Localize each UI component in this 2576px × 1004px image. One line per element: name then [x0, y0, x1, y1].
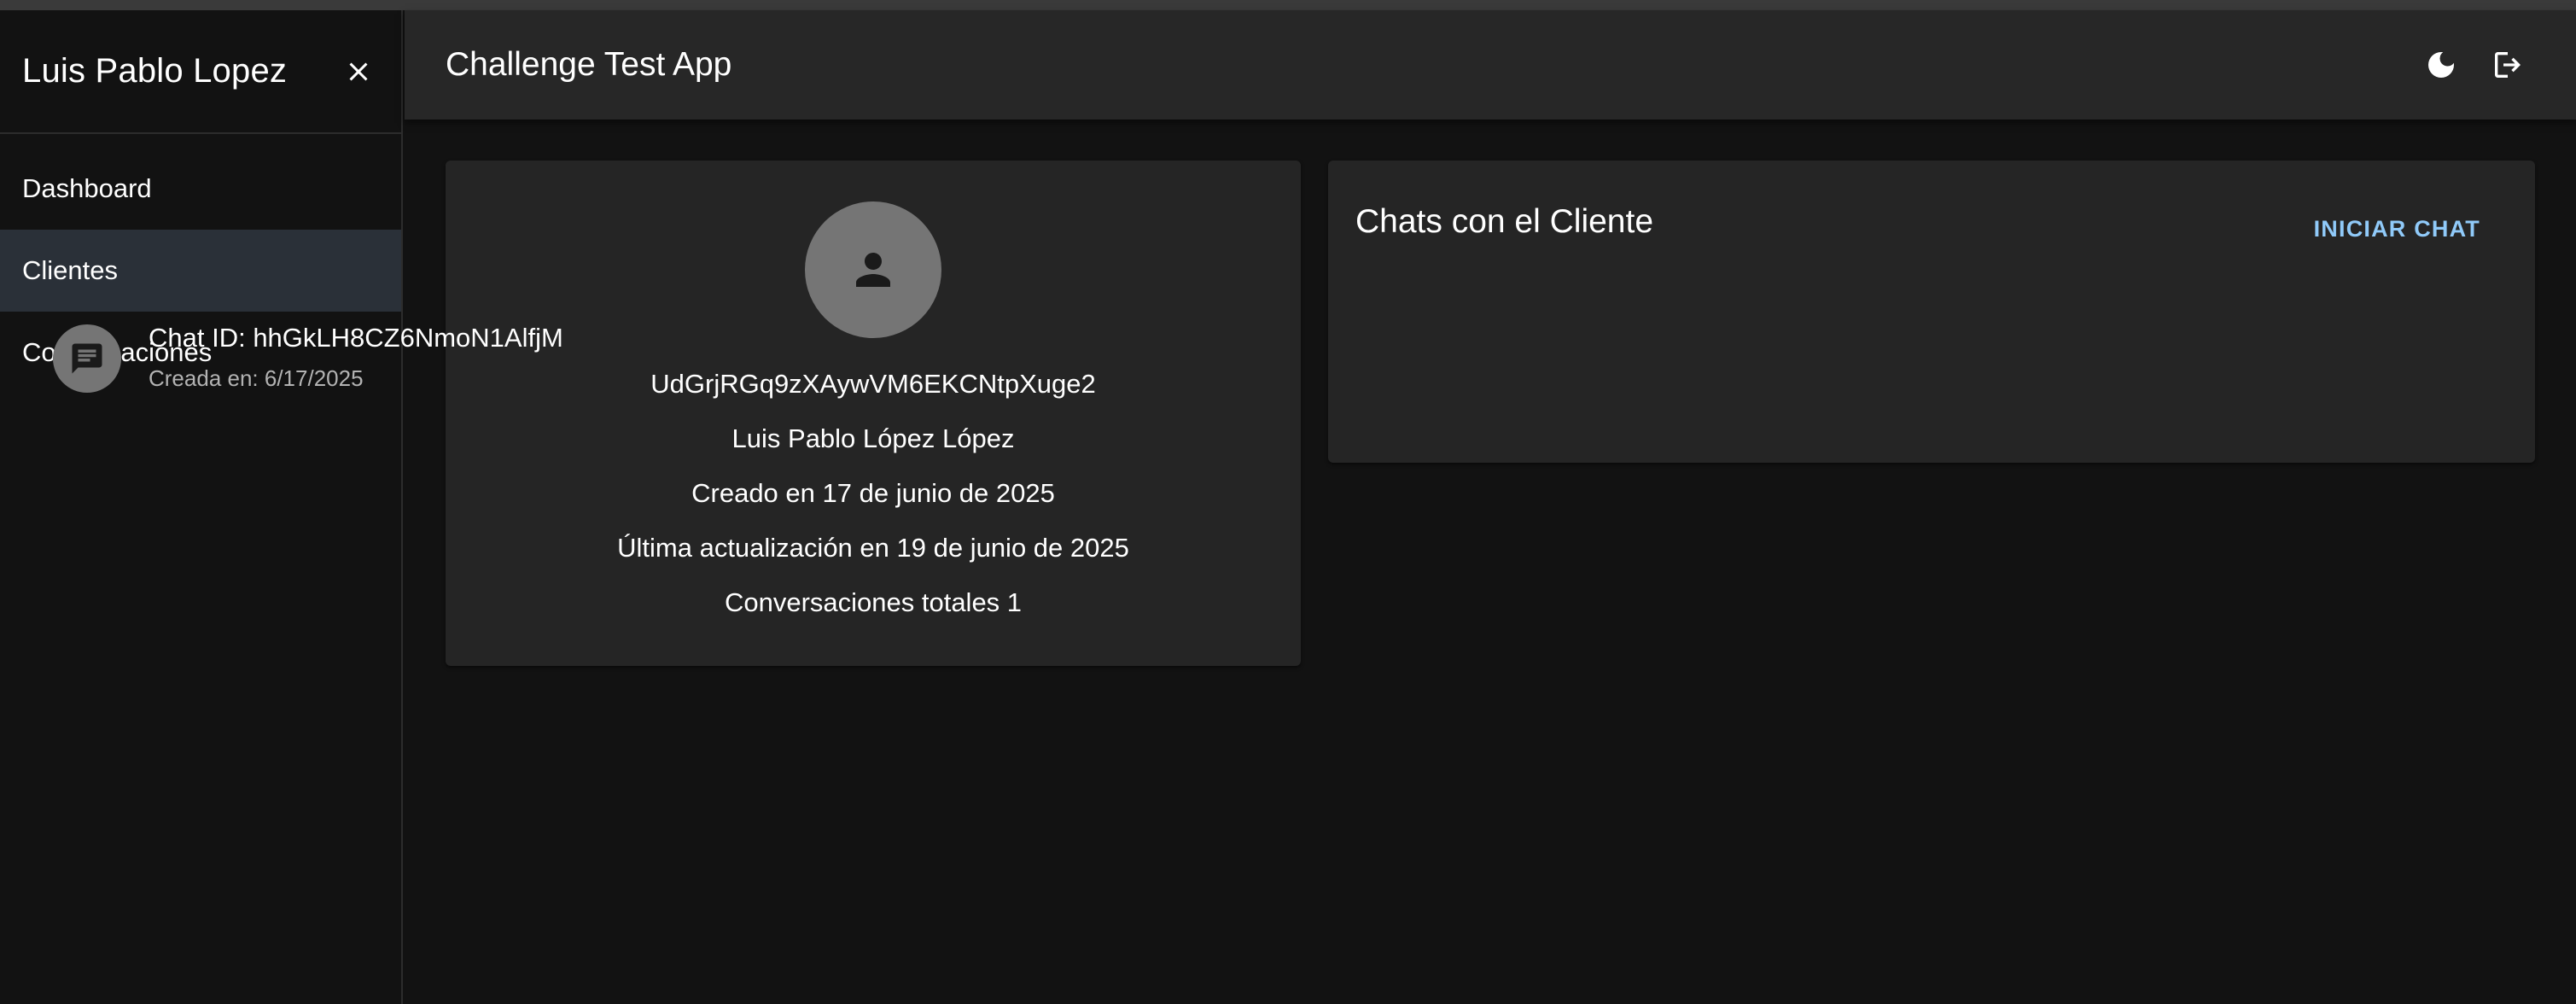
start-chat-button[interactable]: INICIAR CHAT	[2304, 205, 2491, 253]
window-top-strip	[0, 0, 2576, 10]
appbar-actions	[2416, 39, 2533, 90]
close-drawer-button[interactable]	[333, 46, 384, 97]
moon-icon	[2428, 52, 2454, 78]
close-icon	[349, 62, 368, 80]
chat-avatar	[53, 324, 121, 393]
client-profile-card: UdGrjRGq9zXAywVM6EKCNtpXuge2 Luis Pablo …	[446, 161, 1301, 666]
client-chats-card: Chats con el Cliente INICIAR CHAT	[1328, 161, 2535, 463]
client-total-conversations: Conversaciones totales 1	[724, 587, 1023, 617]
chats-title: Chats con el Cliente	[1355, 203, 1654, 240]
sidebar: Luis Pablo Lopez Dashboard Clientes Conv…	[0, 10, 403, 1004]
chat-id-text: Chat ID: hhGkLH8CZ6NmoN1AlfjM	[149, 323, 563, 353]
sidebar-header: Luis Pablo Lopez	[0, 10, 401, 134]
sidebar-item-label: Dashboard	[22, 173, 152, 203]
client-created-date: Creado en 17 de junio de 2025	[691, 478, 1055, 508]
sidebar-user-name: Luis Pablo Lopez	[22, 52, 288, 90]
person-icon	[856, 253, 890, 287]
app-title: Challenge Test App	[446, 46, 732, 83]
logout-icon	[2495, 52, 2521, 78]
sidebar-item-label: Clientes	[22, 255, 118, 285]
chat-created-date: Creada en: 6/17/2025	[149, 365, 364, 391]
app-bar: Challenge Test App	[405, 10, 2576, 120]
theme-toggle-button[interactable]	[2416, 39, 2467, 90]
chat-bubble-icon	[72, 343, 102, 374]
sidebar-item-dashboard[interactable]: Dashboard	[0, 148, 401, 230]
logout-button[interactable]	[2482, 39, 2533, 90]
client-name: Luis Pablo López López	[731, 423, 1015, 453]
client-updated-date: Última actualización en 19 de junio de 2…	[617, 533, 1129, 563]
